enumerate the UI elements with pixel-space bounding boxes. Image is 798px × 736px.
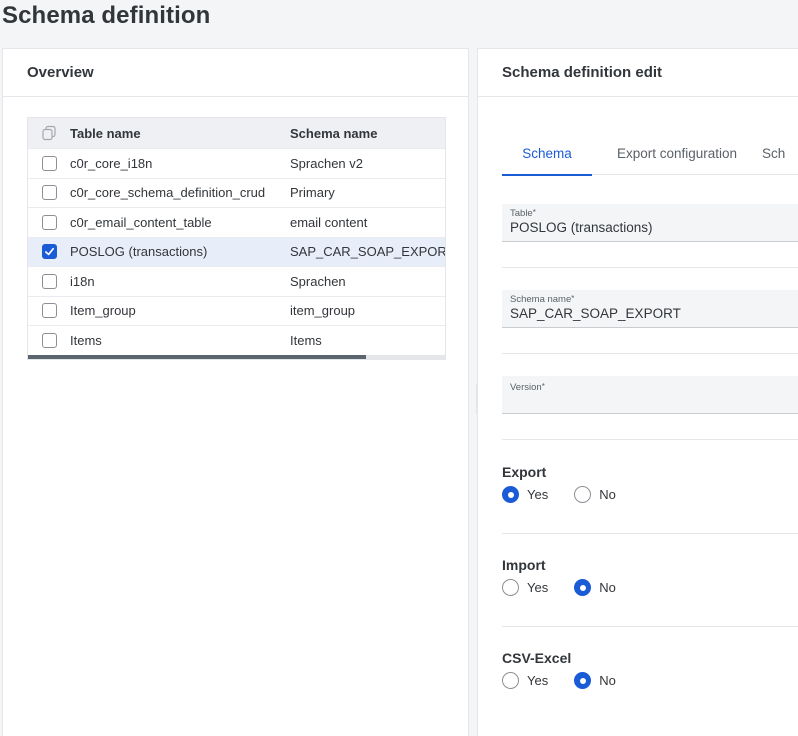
import-no-radio[interactable] xyxy=(574,579,592,596)
row-checkbox[interactable] xyxy=(41,185,57,201)
row-table-name: c0r_email_content_table xyxy=(70,214,212,230)
table-header: Table name Schema name xyxy=(28,118,445,148)
export-yes-label: Yes xyxy=(527,487,549,502)
version-label: Version xyxy=(510,382,542,393)
divider xyxy=(502,353,798,354)
csv-no-label: No xyxy=(599,673,616,688)
row-checkbox[interactable] xyxy=(41,273,57,289)
import-label: Import xyxy=(502,557,546,573)
edit-title: Schema definition edit xyxy=(478,49,798,97)
csv-no-option[interactable]: No xyxy=(574,672,616,689)
row-schema-name: Sprachen v2 xyxy=(290,155,363,171)
row-table-name: Items xyxy=(70,332,102,348)
row-table-name: i18n xyxy=(70,273,95,289)
tab-schema-more[interactable]: Sch xyxy=(762,145,798,175)
table-row[interactable]: c0r_core_schema_definition_crud Primary xyxy=(28,177,445,208)
row-schema-name: SAP_CAR_SOAP_EXPORT xyxy=(290,244,445,260)
schema-name-value: SAP_CAR_SOAP_EXPORT xyxy=(510,306,681,321)
row-schema-name: item_group xyxy=(290,303,356,319)
table-row[interactable]: i18n Sprachen xyxy=(28,266,445,296)
table-row[interactable]: c0r_email_content_table email content xyxy=(28,207,445,237)
table-row-selected[interactable]: POSLOG (transactions) SAP_CAR_SOAP_EXPOR… xyxy=(28,236,445,266)
schema-name-label: Schema name xyxy=(510,294,572,305)
row-table-name: c0r_core_i18n xyxy=(70,155,153,171)
import-no-label: No xyxy=(599,580,616,595)
export-label: Export xyxy=(502,464,547,480)
page-title: Schema definition xyxy=(2,2,211,29)
edit-panel: Schema definition edit Schema Export con… xyxy=(477,48,798,736)
table-row[interactable]: c0r_core_i18n Sprachen v2 xyxy=(28,148,445,178)
row-schema-name: Items xyxy=(290,332,322,348)
table-field-label: Table xyxy=(510,208,533,219)
edit-tabs: Schema Export configuration Sch xyxy=(502,145,798,176)
row-schema-name: Sprachen xyxy=(290,273,346,289)
import-yes-option[interactable]: Yes xyxy=(502,579,548,596)
divider xyxy=(502,533,798,534)
checkmark-icon xyxy=(44,248,54,256)
row-table-name: Item_group xyxy=(70,303,136,319)
copy-icon xyxy=(42,125,56,141)
csv-excel-radio-group: Yes No xyxy=(502,672,642,689)
row-schema-name: email content xyxy=(290,214,368,230)
export-yes-option[interactable]: Yes xyxy=(502,486,548,503)
csv-yes-option[interactable]: Yes xyxy=(502,672,548,689)
overview-table: Table name Schema name c0r_core_i18n Spr… xyxy=(27,117,446,360)
divider xyxy=(502,439,798,440)
row-checkbox-checked[interactable] xyxy=(41,244,57,260)
csv-no-radio[interactable] xyxy=(574,672,592,689)
import-yes-radio[interactable] xyxy=(502,579,519,596)
export-yes-radio[interactable] xyxy=(502,486,519,503)
overview-title: Overview xyxy=(3,49,468,97)
divider xyxy=(502,626,798,627)
table-row[interactable]: Item_group item_group xyxy=(28,295,445,326)
export-radio-group: Yes No xyxy=(502,486,642,503)
overview-panel: Overview Table name Schema name c0r_core… xyxy=(2,48,469,736)
row-schema-name: Primary xyxy=(290,185,335,201)
import-radio-group: Yes No xyxy=(502,579,642,596)
table-field-value: POSLOG (transactions) xyxy=(510,220,653,235)
version-field[interactable]: Version* xyxy=(502,376,798,414)
row-checkbox[interactable] xyxy=(41,332,57,348)
table-row[interactable]: Items Items xyxy=(28,325,445,355)
scrollbar-thumb[interactable] xyxy=(28,354,366,359)
csv-yes-radio[interactable] xyxy=(502,672,519,689)
horizontal-scrollbar[interactable] xyxy=(28,354,445,359)
tab-export-configuration[interactable]: Export configuration xyxy=(592,145,762,175)
import-no-option[interactable]: No xyxy=(574,579,616,596)
csv-excel-label: CSV-Excel xyxy=(502,650,572,666)
row-table-name: c0r_core_schema_definition_crud xyxy=(70,185,266,201)
row-checkbox[interactable] xyxy=(41,155,57,171)
tab-schema[interactable]: Schema xyxy=(502,145,592,176)
export-no-option[interactable]: No xyxy=(574,486,616,503)
select-all-toggle[interactable] xyxy=(28,125,70,141)
table-field[interactable]: Table* POSLOG (transactions) xyxy=(502,204,798,242)
csv-yes-label: Yes xyxy=(527,673,549,688)
column-header-table-name[interactable]: Table name xyxy=(70,126,290,141)
schema-name-field[interactable]: Schema name* SAP_CAR_SOAP_EXPORT xyxy=(502,290,798,328)
column-header-schema-name[interactable]: Schema name xyxy=(290,126,445,141)
row-table-name: POSLOG (transactions) xyxy=(70,244,208,260)
export-no-label: No xyxy=(599,487,616,502)
row-checkbox[interactable] xyxy=(41,303,57,319)
row-checkbox[interactable] xyxy=(41,214,57,230)
import-yes-label: Yes xyxy=(527,580,549,595)
export-no-radio[interactable] xyxy=(574,486,592,503)
divider xyxy=(502,267,798,268)
